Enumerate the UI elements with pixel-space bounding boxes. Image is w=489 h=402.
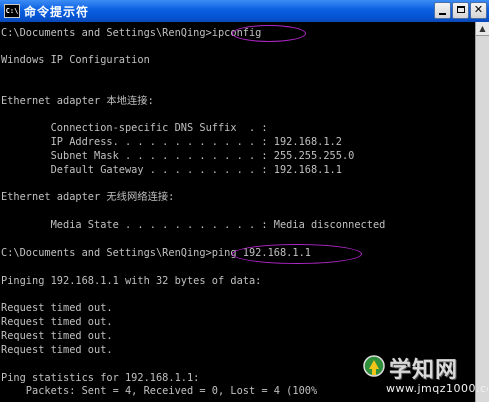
cmd-app-icon[interactable]: C:\ [4,4,20,18]
console-line: Default Gateway . . . . . . . . . : 192.… [1,164,342,176]
maximize-button[interactable] [452,2,469,19]
watermark-brand: 学知网 [389,358,459,383]
console-line: Pinging 192.168.1.1 with 32 bytes of dat… [1,275,262,287]
console-line: Ethernet adapter 无线网络连接: [1,191,175,203]
vertical-scrollbar[interactable]: ▲ [475,22,489,402]
watermark-logo-icon [363,355,385,377]
minimize-button[interactable] [434,2,451,19]
console-line: Ethernet adapter 本地连接: [1,95,154,107]
console-line: Request timed out. [1,302,113,314]
minimize-icon [439,13,446,15]
watermark-domain: www.jmqz1000.com [386,382,488,395]
maximize-icon [456,6,465,13]
console-line: Packets: Sent = 4, Received = 0, Lost = … [1,385,318,397]
console-line: Windows IP Configuration [1,54,150,66]
close-button[interactable]: ✕ [470,2,487,19]
scroll-up-arrow-icon[interactable]: ▲ [476,22,489,36]
console-output[interactable]: C:\Documents and Settings\RenQing>ipconf… [0,22,475,402]
console-line: IP Address. . . . . . . . . . . . : 192.… [1,136,342,148]
title-bar[interactable]: C:\ 命令提示符 ✕ [0,0,489,22]
console-line: Request timed out. [1,344,113,356]
site-watermark: 学知网 www.jmqz1000.com [362,352,488,400]
console-line: Request timed out. [1,330,113,342]
close-icon: ✕ [473,3,484,16]
console-line: Subnet Mask . . . . . . . . . . . : 255.… [1,150,355,162]
console-line: Ping statistics for 192.168.1.1: [1,372,200,384]
console-line: Connection-specific DNS Suffix . : [1,122,268,134]
console-line: Request timed out. [1,316,113,328]
ipconfig-highlight-oval [232,25,306,42]
window-title: 命令提示符 [24,5,90,19]
ping-highlight-oval [232,244,362,264]
console-line: C:\Documents and Settings\RenQing>ipconf… [1,27,262,39]
command-prompt-window: C:\ 命令提示符 ✕ C:\Documents and Settings\Re… [0,0,489,402]
console-line: Media State . . . . . . . . . . . : Medi… [1,219,386,231]
